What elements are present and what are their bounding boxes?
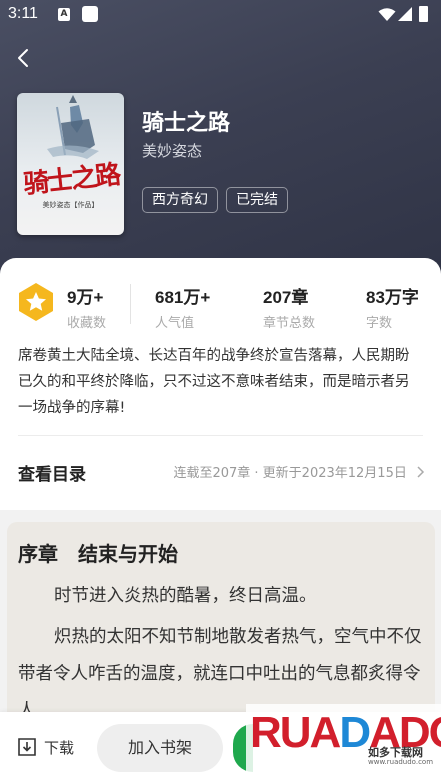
watermark-url: www.ruadudo.com <box>368 758 434 766</box>
chapter-paragraph: 时节进入炎热的酷暑，终日高温。 <box>54 586 317 606</box>
genre-tag[interactable]: 西方奇幻 <box>142 187 218 213</box>
download-button[interactable]: 下载 <box>16 736 74 758</box>
toc-update-info: 连载至207章 · 更新于2023年12月15日 <box>173 466 407 481</box>
stat-label: 人气值 <box>155 316 195 331</box>
notification-square-icon <box>82 6 98 22</box>
book-title: 骑士之路 <box>142 111 231 136</box>
wifi-icon <box>378 8 396 21</box>
status-bar: 3:11 A <box>0 0 441 30</box>
notification-icon: A <box>58 8 70 21</box>
download-icon <box>18 738 36 756</box>
status-tag: 已完结 <box>226 187 288 213</box>
book-header: 3:11 A 骑士之路 美妙姿态【作品】 骑士之路 美妙姿态 西方奇幻 已完结 <box>0 0 441 290</box>
stat-chapters: 207章 章节总数 <box>263 283 315 331</box>
stat-value: 9万+ <box>67 288 104 307</box>
divider <box>18 435 423 436</box>
download-label: 下载 <box>44 738 75 757</box>
battery-icon <box>419 6 428 22</box>
stat-favorites: 9万+ 收藏数 <box>67 283 106 331</box>
chevron-right-icon <box>411 466 425 481</box>
divider <box>130 284 131 324</box>
book-cover[interactable]: 骑士之路 美妙姿态【作品】 <box>17 93 124 235</box>
stat-word-count: 83万字 字数 <box>366 283 419 331</box>
book-description: 席卷黄土大陆全境、长达百年的战争终於宣告落幕，人民期盼已久的和平终於降临，只不过… <box>18 348 410 416</box>
stat-value: 681万+ <box>155 288 211 307</box>
stat-popularity: 681万+ 人气值 <box>155 283 210 331</box>
signal-icon <box>398 7 412 21</box>
watermark-logo: RUADADO 如多下载网 www.ruadudo.com <box>246 704 441 784</box>
cover-author: 美妙姿态【作品】 <box>42 201 99 209</box>
book-info-card: 9万+ 收藏数 681万+ 人气值 207章 章节总数 83万字 字数 席卷黄土… <box>0 258 441 510</box>
add-to-shelf-button[interactable]: 加入书架 <box>97 724 223 772</box>
stat-label: 收藏数 <box>67 316 107 331</box>
toc-label[interactable]: 查看目录 <box>18 460 86 485</box>
star-badge-icon <box>16 282 56 322</box>
stat-label: 字数 <box>366 316 393 331</box>
status-time: 3:11 <box>8 5 38 22</box>
toc-row-info[interactable]: 连载至207章 · 更新于2023年12月15日 <box>173 462 425 481</box>
stat-label: 章节总数 <box>263 316 316 331</box>
chapter-title: 序章 结束与开始 <box>18 542 178 566</box>
back-arrow-icon[interactable] <box>12 46 36 70</box>
stat-value: 207章 <box>263 288 309 307</box>
book-author[interactable]: 美妙姿态 <box>142 140 202 161</box>
stat-value: 83万字 <box>366 288 419 307</box>
